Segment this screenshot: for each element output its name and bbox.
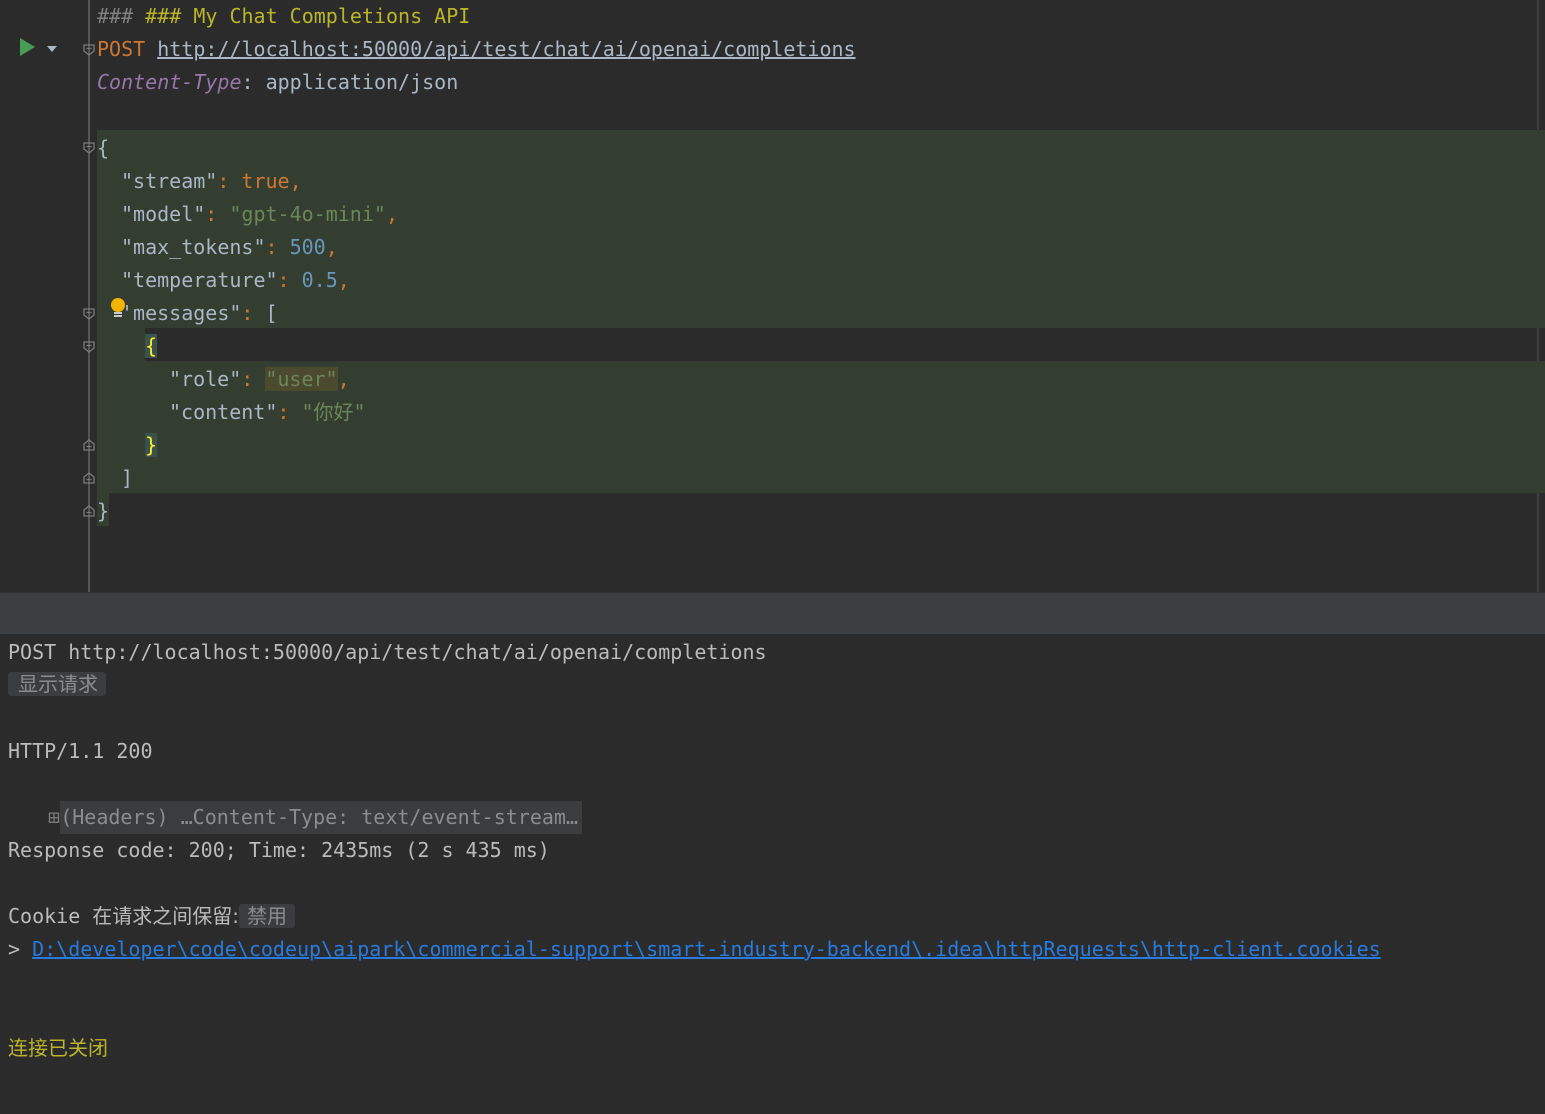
json-key: "temperature" [121, 268, 278, 292]
json-close-brace: } [97, 499, 110, 523]
status-line: HTTP/1.1 200 [8, 739, 153, 763]
response-console[interactable]: POST http://localhost:50000/api/test/cha… [0, 634, 1545, 1114]
json-line: { [97, 132, 109, 165]
body-highlight [97, 328, 145, 361]
request-title: ### My Chat Completions API [145, 4, 471, 28]
json-value: "你好" [301, 400, 366, 424]
cookie-file-link[interactable]: D:\developer\code\codeup\aipark\commerci… [32, 937, 1381, 961]
json-line: "temperature": 0.5, [121, 268, 350, 292]
json-line: } [145, 429, 158, 462]
run-icon[interactable] [20, 38, 35, 56]
json-line: } [97, 495, 109, 528]
fold-end-icon[interactable] [82, 471, 96, 485]
json-line: "max_tokens": 500, [121, 235, 338, 259]
json-brace-matched: } [145, 433, 158, 457]
header-value: application/json [265, 70, 459, 94]
fold-icon[interactable] [82, 340, 96, 354]
chevron-down-icon[interactable] [47, 46, 57, 52]
json-key: 'messages" [121, 301, 242, 325]
headers-row: ⊞(Headers) …Content-Type: text/event-str… [0, 768, 582, 834]
fold-icon[interactable] [82, 307, 96, 321]
json-line: "stream": true, [121, 169, 302, 193]
cookie-state-toggle[interactable]: 禁用 [239, 904, 296, 928]
json-value: true [241, 169, 290, 193]
header-separator: : [241, 70, 266, 94]
json-open-bracket: [ [265, 301, 278, 325]
cookie-text: 在请求之间保留: [92, 904, 240, 928]
response-request-line: POST http://localhost:50000/api/test/cha… [8, 640, 767, 664]
response-summary: Response code: 200; Time: 2435ms (2 s 43… [8, 838, 550, 862]
json-line: ] [121, 462, 133, 495]
json-key: "stream" [121, 169, 218, 193]
fold-end-icon[interactable] [82, 438, 96, 452]
json-open-brace: { [97, 136, 110, 160]
json-key: "role" [169, 367, 242, 391]
request-comment-line: ### ### My Chat Completions API [97, 4, 471, 28]
cookie-path-row: > D:\developer\code\codeup\aipark\commer… [8, 933, 1381, 966]
fold-icon[interactable] [82, 43, 96, 57]
json-line: { [145, 330, 158, 363]
cookie-label: Cookie [8, 904, 81, 928]
json-key: "model" [121, 202, 206, 226]
header-line: Content-Type: application/json [97, 66, 458, 99]
json-key: "max_tokens" [121, 235, 266, 259]
json-line: "role": "user", [169, 367, 350, 391]
http-method: POST [97, 37, 146, 61]
json-close-bracket: ] [121, 466, 134, 490]
request-line: POST http://localhost:50000/api/test/cha… [97, 33, 856, 66]
json-value: "user" [265, 367, 338, 391]
json-line: 'messages": [ [121, 301, 278, 325]
cookie-prompt: > [8, 937, 33, 961]
fold-icon[interactable] [82, 141, 96, 155]
json-brace-matched: { [145, 334, 158, 358]
fold-end-icon[interactable] [82, 504, 96, 518]
http-request-editor[interactable]: ### ### My Chat Completions API POST htt… [0, 0, 1545, 592]
json-line: "content": "你好" [169, 400, 366, 424]
json-value: "gpt-4o-mini" [229, 202, 386, 226]
connection-closed-text: 连接已关闭 [8, 1036, 108, 1060]
json-value: 500 [289, 235, 326, 259]
json-value: 0.5 [301, 268, 338, 292]
show-request-button[interactable]: 显示请求 [8, 672, 106, 696]
cookie-row: Cookie 在请求之间保留: 禁用 [8, 900, 296, 933]
header-name: Content-Type [97, 70, 242, 94]
headers-collapsed[interactable]: (Headers) …Content-Type: text/event-stre… [60, 801, 582, 834]
json-key: "content" [169, 400, 278, 424]
show-request-row: 显示请求 [8, 671, 106, 697]
panel-splitter[interactable] [0, 592, 1545, 635]
json-line: "model": "gpt-4o-mini", [121, 202, 398, 226]
expand-icon[interactable]: ⊞ [48, 805, 60, 829]
request-url[interactable]: http://localhost:50000/api/test/chat/ai/… [157, 37, 855, 61]
